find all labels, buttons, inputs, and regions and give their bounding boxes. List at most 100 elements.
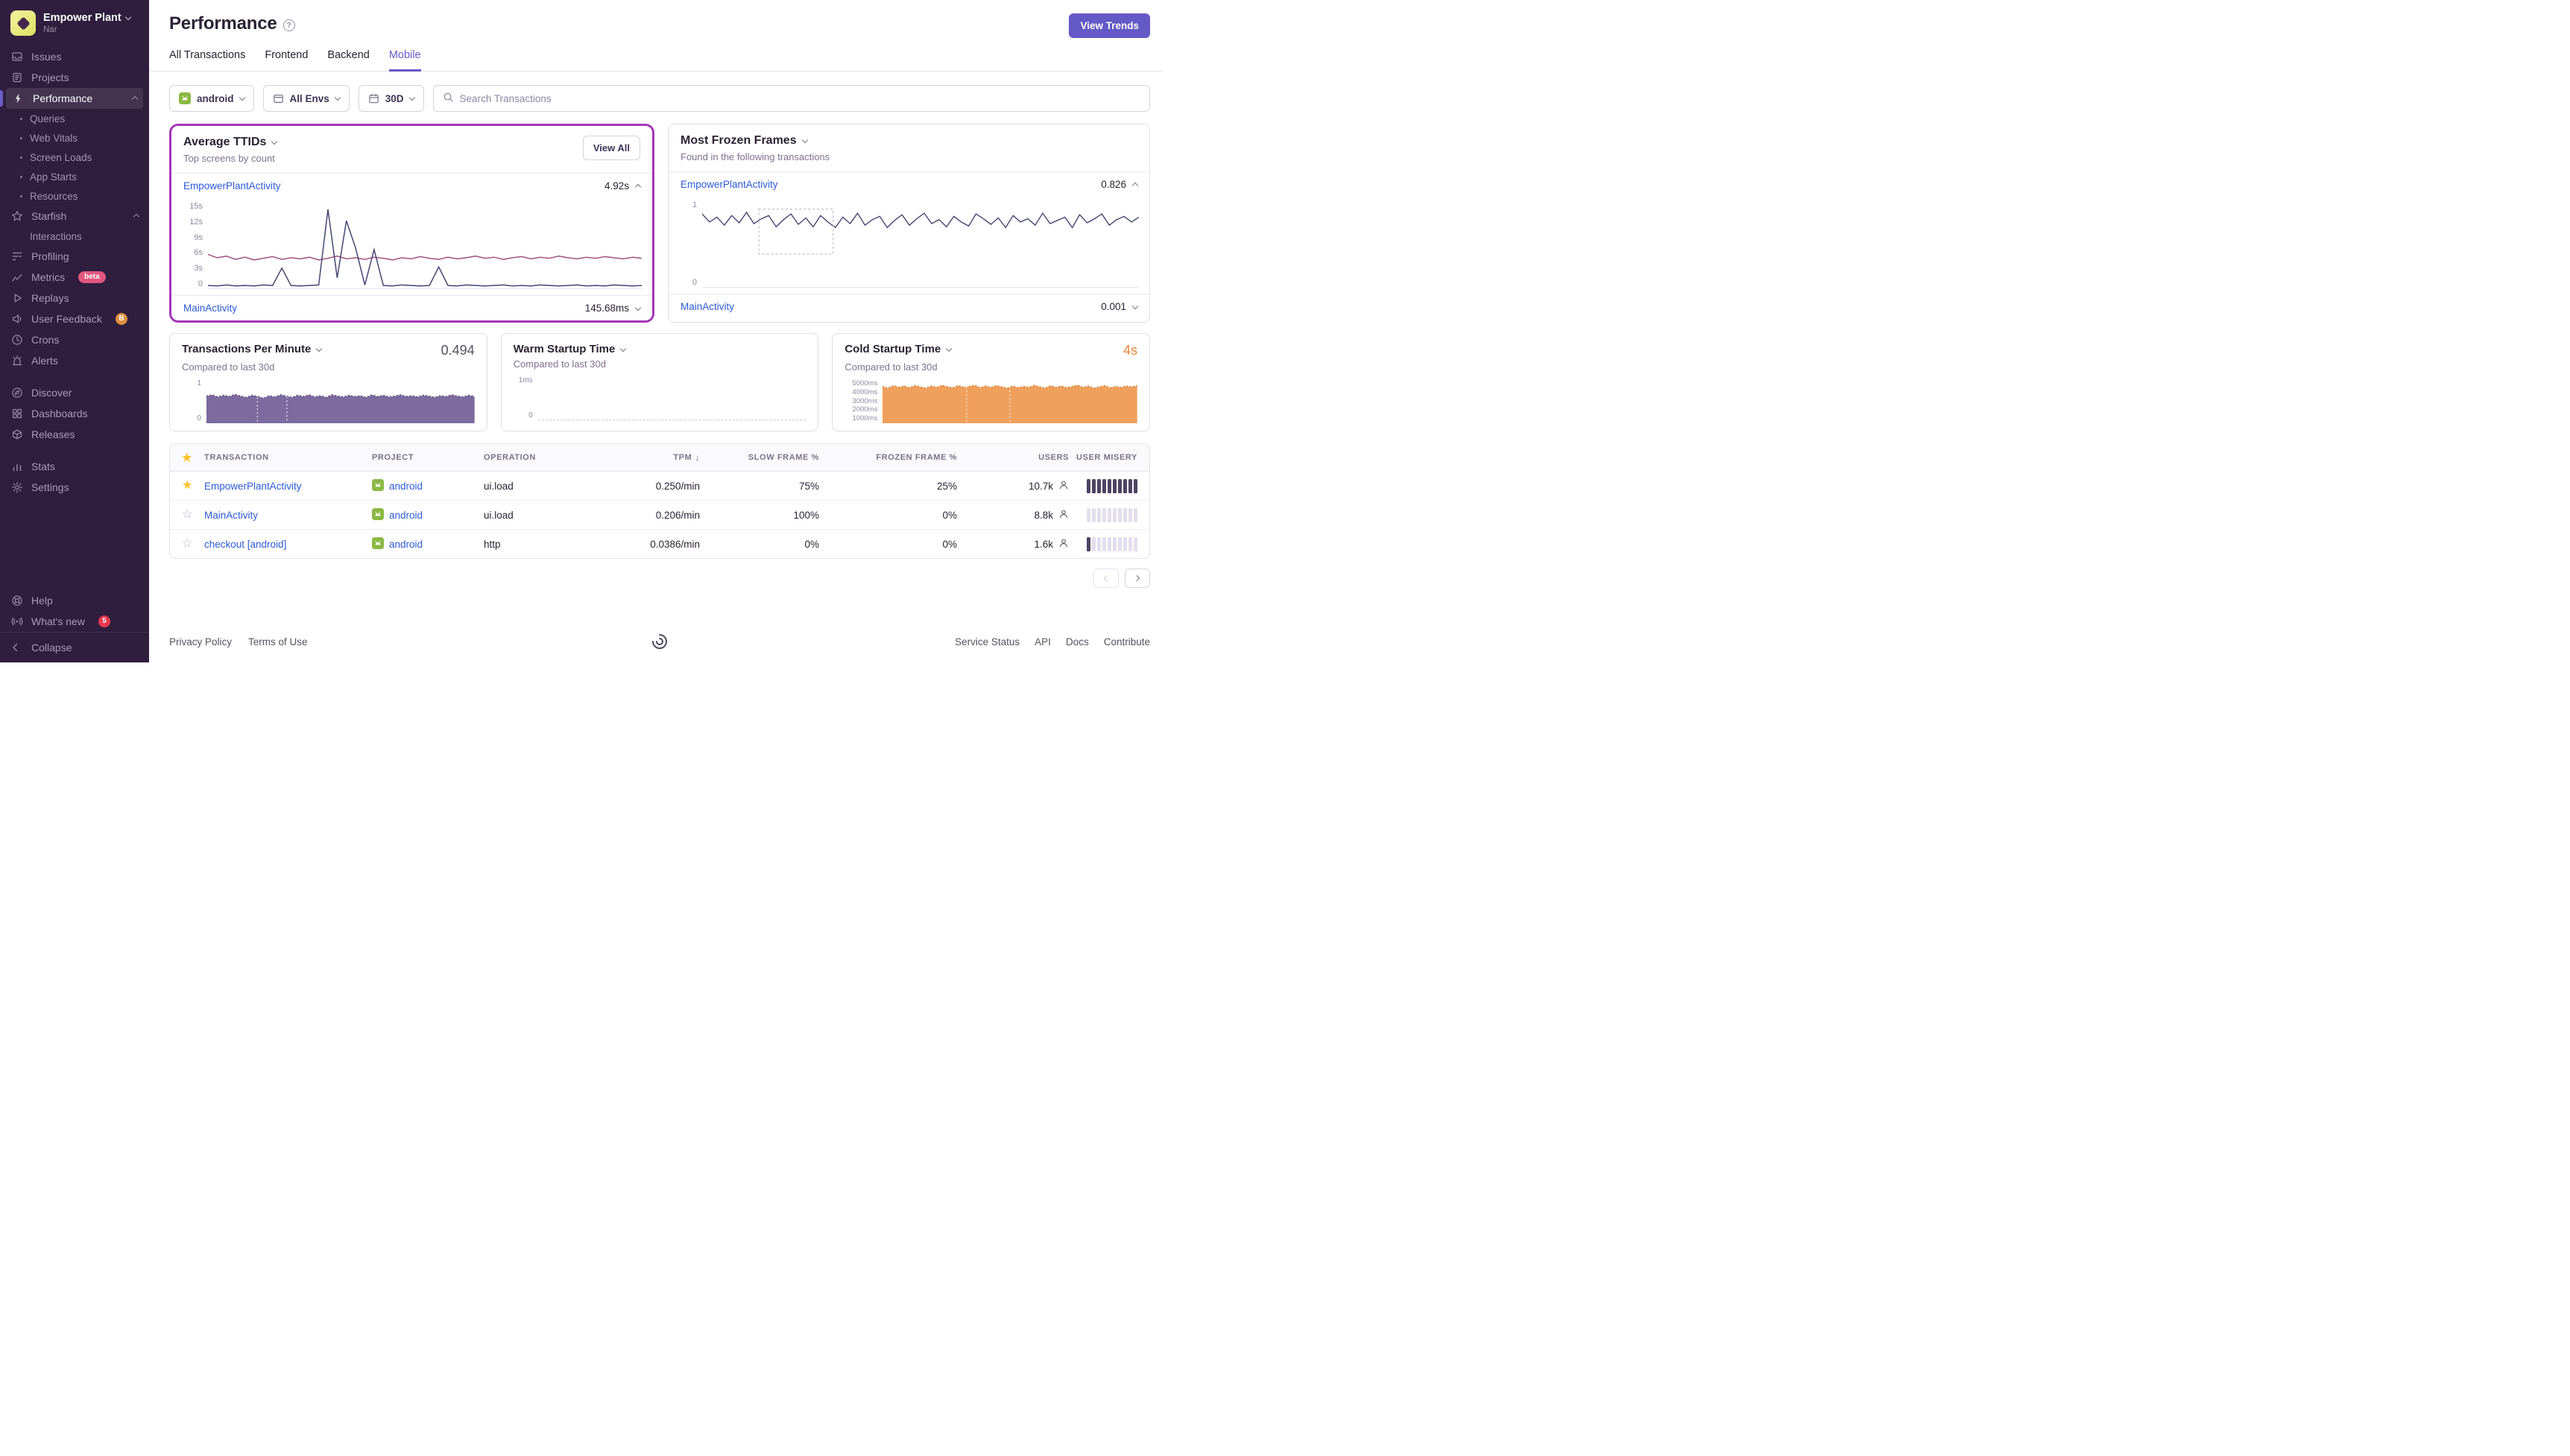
sidebar-item-starfish[interactable]: Starfish [0,206,149,227]
sidebar-item-label: Issues [31,51,62,63]
terms-of-use-link[interactable]: Terms of Use [248,636,308,648]
view-trends-button[interactable]: View Trends [1069,13,1150,38]
chevron-up-icon[interactable] [133,213,140,221]
api-link[interactable]: API [1035,636,1051,648]
sidebar-item-replays[interactable]: Replays [0,288,149,308]
tab-all-transactions[interactable]: All Transactions [169,49,245,72]
stat-title-label: Cold Startup Time [844,343,941,355]
transaction-link[interactable]: EmpowerPlantActivity [183,180,281,192]
y-tick: 1 [197,379,201,387]
transaction-link[interactable]: MainActivity [204,510,372,521]
org-subtitle: Nar [43,25,57,34]
main-area: Performance View Trends All Transactions… [149,0,1163,662]
stat-title-label: Warm Startup Time [513,343,616,355]
chevron-down-icon [239,94,245,101]
bullet-icon [20,156,22,159]
chevron-up-icon[interactable] [131,95,139,103]
sidebar-item-discover[interactable]: Discover [0,382,149,403]
sidebar-item-crons[interactable]: Crons [0,329,149,350]
panel-transaction-row: EmpowerPlantActivity 0.826 [669,171,1149,197]
star-toggle[interactable]: ☆ [182,538,204,550]
chevron-down-icon[interactable] [634,304,642,311]
sidebar-item-issues[interactable]: Issues [0,46,149,67]
tpm-title[interactable]: Transactions Per Minute [182,343,323,355]
broadcast-icon [10,615,24,627]
sidebar-item-alerts[interactable]: Alerts [0,350,149,371]
most-frozen-frames-title[interactable]: Most Frozen Frames [681,134,830,148]
chevron-down-icon [801,136,808,144]
sidebar-item-dashboards[interactable]: Dashboards [0,403,149,424]
warm-startup-title[interactable]: Warm Startup Time [513,343,627,355]
sidebar-item-metrics[interactable]: Metrics beta [0,267,149,288]
search-input[interactable] [459,92,1140,104]
sidebar-item-screen-loads[interactable]: Screen Loads [0,148,149,167]
sidebar-collapse-button[interactable]: Collapse [0,632,149,662]
project-link[interactable]: android [389,539,423,550]
sidebar-item-label: Interactions [30,230,82,242]
project-link[interactable]: android [389,510,423,521]
sidebar-item-web-vitals[interactable]: Web Vitals [0,128,149,148]
slow-frame-cell: 0% [804,538,819,550]
help-icon[interactable] [282,19,295,31]
date-filter-dropdown[interactable]: 30D [358,85,424,112]
sidebar-item-help[interactable]: Help [0,590,149,611]
tab-backend[interactable]: Backend [327,49,369,72]
sidebar-item-stats[interactable]: Stats [0,456,149,477]
sidebar-item-label: App Starts [30,171,78,183]
sidebar-item-whats-new[interactable]: What's new 5 [0,611,149,632]
chevron-up-icon[interactable] [1131,182,1139,189]
view-all-button[interactable]: View All [582,136,640,160]
org-logo [10,10,36,36]
transaction-link[interactable]: EmpowerPlantActivity [204,481,372,492]
chevron-down-icon[interactable] [1131,303,1139,309]
docs-link[interactable]: Docs [1066,636,1089,648]
megaphone-icon [10,313,24,325]
project-filter-dropdown[interactable]: android [169,85,254,112]
org-switcher[interactable]: Empower Plant Nar [0,0,149,45]
sidebar-item-label: Dashboards [31,408,88,420]
star-to ggle[interactable]: ★ [182,480,204,492]
next-page-button[interactable] [1125,569,1150,588]
column-header-user-misery: User Misery [1076,453,1137,462]
android-project-icon [372,536,384,551]
sidebar-item-performance[interactable]: Performance [0,88,143,109]
cold-startup-value: 4s [1123,343,1138,358]
star-toggle[interactable]: ☆ [182,509,204,521]
env-filter-dropdown[interactable]: All Envs [262,85,350,112]
sidebar-item-settings[interactable]: Settings [0,477,149,498]
sidebar-item-projects[interactable]: Projects [0,67,149,88]
transaction-link[interactable]: MainActivity [681,301,734,312]
cold-startup-title[interactable]: Cold Startup Time [844,343,953,355]
transaction-link[interactable]: checkout [android] [204,539,372,550]
table-row: ☆ MainActivity android ui.load 0.206/min… [170,501,1149,530]
transaction-value: 0.001 [1101,301,1126,312]
tab-frontend[interactable]: Frontend [265,49,308,72]
chevron-up-icon[interactable] [634,183,642,190]
sidebar-item-app-starts[interactable]: App Starts [0,167,149,186]
service-status-link[interactable]: Service Status [955,636,1020,648]
tab-mobile[interactable]: Mobile [388,49,421,72]
sidebar-item-queries[interactable]: Queries [0,109,149,128]
chart-area: 5000ms 4000ms 3000ms 2000ms 1000ms [844,379,1138,423]
sidebar-item-profiling[interactable]: Profiling [0,246,149,267]
sidebar-nav: Issues Projects Performance Queries Web … [0,45,149,632]
contribute-link[interactable]: Contribute [1104,636,1150,648]
page-header: Performance View Trends [149,0,1163,38]
column-header-tpm[interactable]: TPM [599,452,700,463]
transaction-link[interactable]: EmpowerPlantActivity [681,179,778,190]
average-ttids-title[interactable]: Average TTIDs [183,136,278,149]
project-filter-value: android [197,92,234,104]
user-misery-bars [1069,536,1137,551]
user-icon [1058,480,1069,493]
transaction-link[interactable]: MainActivity [183,303,237,314]
sidebar-item-user-feedback[interactable]: User Feedback B [0,308,149,329]
star-header-icon [182,451,204,464]
sidebar-item-releases[interactable]: Releases [0,424,149,445]
prev-page-button[interactable] [1093,569,1119,588]
sidebar-item-label: Crons [31,334,60,346]
chart-area: 1 0 [669,197,1149,294]
project-link[interactable]: android [389,481,423,492]
sidebar-item-interactions[interactable]: Interactions [0,227,149,246]
privacy-policy-link[interactable]: Privacy Policy [169,636,232,648]
sidebar-item-resources[interactable]: Resources [0,186,149,206]
